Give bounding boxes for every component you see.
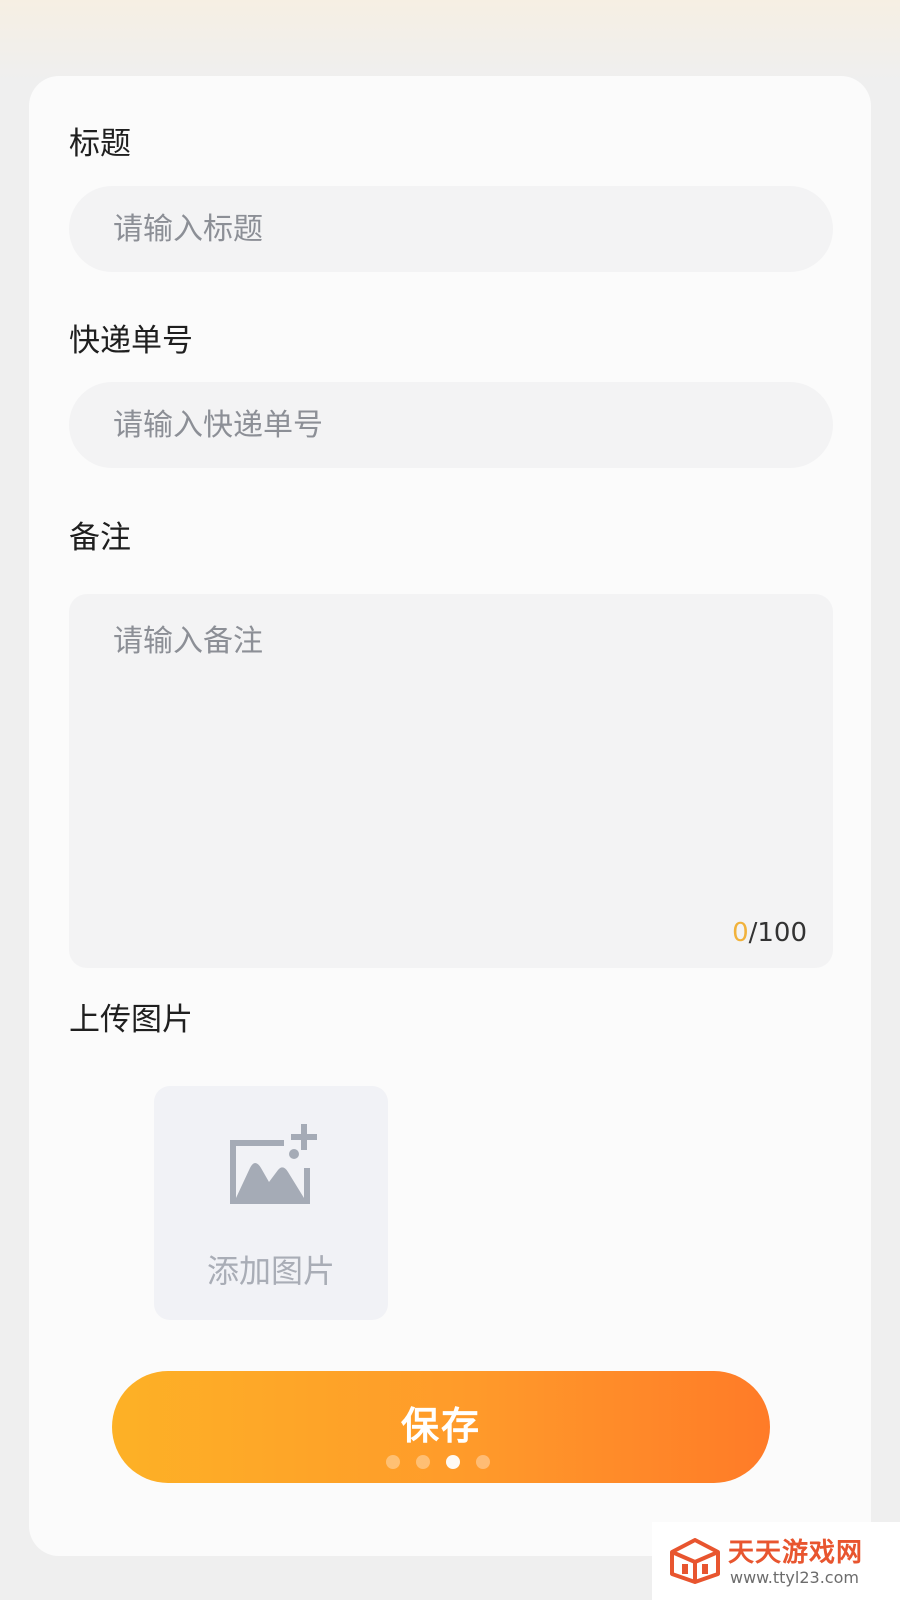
upload-image-label: 上传图片 (69, 1002, 193, 1038)
page-indicator-dot (386, 1455, 400, 1469)
watermark-title: 天天游戏网 (728, 1538, 864, 1568)
add-image-text: 添加图片 (206, 1252, 335, 1290)
site-watermark: 天天游戏网 www.ttyl23.com (652, 1522, 900, 1600)
add-image-icon (230, 1124, 317, 1204)
page-indicator (386, 1455, 490, 1469)
tracking-number-input[interactable] (69, 382, 833, 468)
tracking-number-label: 快递单号 (69, 323, 193, 359)
page-indicator-dot-active (446, 1455, 460, 1469)
note-field: 0/100 (69, 594, 833, 968)
page-indicator-dot (476, 1455, 490, 1469)
note-textarea[interactable] (69, 594, 833, 894)
title-label: 标题 (69, 126, 131, 162)
note-char-count-current: 0 (732, 918, 749, 948)
add-image-button[interactable]: 添加图片 (154, 1086, 388, 1320)
note-char-count-max: /100 (748, 918, 807, 948)
note-char-counter: 0/100 (732, 918, 807, 948)
page-indicator-dot (416, 1455, 430, 1469)
title-input[interactable] (69, 186, 833, 272)
watermark-url: www.ttyl23.com (730, 1568, 859, 1587)
cube-logo-icon (670, 1538, 720, 1584)
form-card: 标题 快递单号 备注 0/100 上传图片 添加图片 保存 (29, 76, 871, 1556)
top-background (0, 0, 900, 80)
note-label: 备注 (69, 520, 131, 556)
